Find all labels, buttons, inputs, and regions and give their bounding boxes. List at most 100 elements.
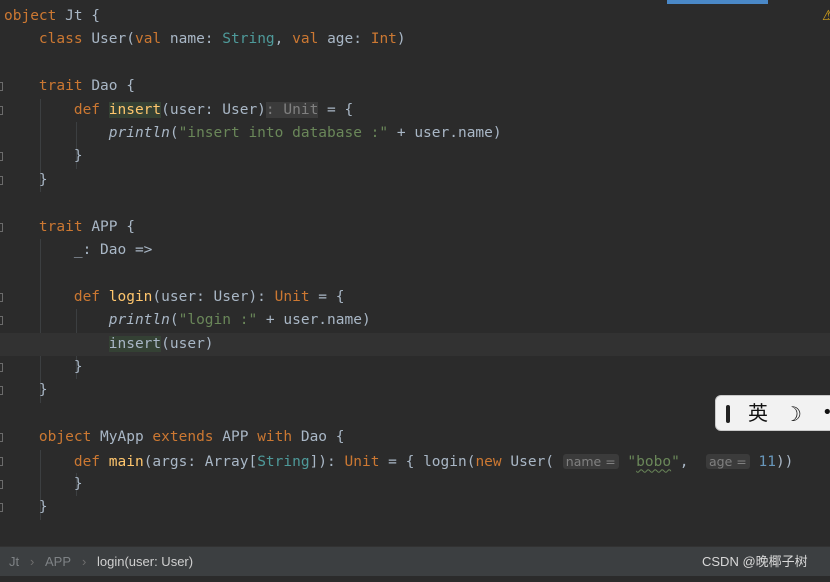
code-token: , bbox=[679, 453, 706, 470]
code-token: object bbox=[4, 8, 66, 24]
code-text: trait APP { bbox=[4, 216, 135, 239]
code-line[interactable]: insert(user) bbox=[0, 332, 830, 356]
code-token: extends bbox=[152, 429, 223, 446]
code-token: User( bbox=[510, 453, 563, 470]
ime-language-toggle[interactable]: 英 bbox=[748, 401, 768, 425]
fold-marker-icon[interactable] bbox=[0, 292, 3, 302]
code-text: trait Dao { bbox=[4, 75, 135, 98]
code-line[interactable] bbox=[0, 52, 830, 75]
code-token: = { bbox=[318, 101, 354, 118]
code-token: )) bbox=[775, 453, 794, 470]
ime-punctuation-icon[interactable]: • bbox=[822, 402, 830, 424]
code-text: println("login :" + user.name) bbox=[4, 309, 371, 332]
fold-marker-icon[interactable] bbox=[0, 175, 3, 185]
code-token: 11 bbox=[758, 453, 776, 470]
code-token: "insert into database :" bbox=[178, 125, 389, 141]
code-token: } bbox=[4, 499, 48, 516]
code-line[interactable]: } bbox=[0, 145, 830, 168]
code-line[interactable]: def main(args: Array[String]): Unit = { … bbox=[0, 450, 830, 473]
code-line[interactable]: println("insert into database :" + user.… bbox=[0, 122, 830, 145]
code-line[interactable]: def insert(user: User): Unit = { bbox=[0, 99, 830, 122]
csdn-watermark: CSDN @晚椰子树 bbox=[702, 554, 808, 569]
fold-marker-icon[interactable] bbox=[0, 222, 3, 232]
code-token: age: bbox=[327, 31, 371, 48]
code-token: println bbox=[108, 125, 170, 141]
code-text: object MyApp extends APP with Dao { bbox=[4, 426, 345, 449]
code-token: User( bbox=[91, 31, 135, 48]
code-text: } bbox=[4, 169, 48, 192]
breadcrumb-item-jt[interactable]: Jt bbox=[9, 554, 19, 570]
code-line[interactable]: } bbox=[0, 496, 830, 519]
code-token: (user: User): bbox=[152, 288, 275, 305]
code-token: " bbox=[671, 453, 680, 470]
breadcrumb-item-login[interactable]: login(user: User) bbox=[97, 554, 193, 570]
code-line[interactable]: } bbox=[0, 169, 830, 192]
code-token: val bbox=[292, 31, 328, 48]
fold-marker-icon[interactable] bbox=[0, 503, 3, 513]
parameter-hint: name = bbox=[562, 453, 619, 469]
code-text: } bbox=[4, 356, 83, 379]
code-text: def main(args: Array[String]): Unit = { … bbox=[4, 450, 793, 474]
code-token: (user: User) bbox=[161, 101, 266, 118]
fold-marker-icon[interactable] bbox=[0, 386, 3, 396]
code-line[interactable]: } bbox=[0, 356, 830, 379]
ime-toolbar[interactable]: 英 ☽ • bbox=[715, 395, 830, 431]
code-line[interactable]: } bbox=[0, 379, 830, 402]
code-token: def bbox=[73, 101, 109, 118]
breadcrumb-bar: Jt › APP › login(user: User) CSDN @晚椰子树 bbox=[0, 546, 830, 576]
code-line[interactable] bbox=[0, 403, 830, 426]
fold-marker-icon[interactable] bbox=[0, 316, 3, 326]
fold-marker-icon[interactable] bbox=[0, 105, 3, 115]
breadcrumb-item-app[interactable]: APP bbox=[45, 554, 71, 570]
code-token: = { bbox=[309, 288, 345, 305]
code-line[interactable] bbox=[0, 192, 830, 215]
code-token: Dao { bbox=[91, 78, 135, 95]
code-editor[interactable]: object Jt { class User(val name: String,… bbox=[0, 4, 830, 546]
code-token: Dao { bbox=[300, 429, 345, 446]
code-line[interactable]: class User(val name: String, val age: In… bbox=[0, 28, 830, 51]
fold-marker-icon[interactable] bbox=[0, 456, 3, 466]
code-text: } bbox=[4, 473, 83, 496]
ime-moon-icon[interactable]: ☽ bbox=[784, 402, 802, 426]
code-line[interactable]: object MyApp extends APP with Dao { bbox=[0, 426, 830, 449]
fold-marker-icon[interactable] bbox=[0, 480, 3, 489]
code-text: } bbox=[4, 496, 48, 519]
fold-marker-icon[interactable] bbox=[0, 433, 3, 443]
code-token: main bbox=[108, 453, 144, 470]
code-token: name: bbox=[169, 31, 223, 48]
code-line[interactable]: _: Dao => bbox=[0, 239, 830, 262]
fold-marker-icon[interactable] bbox=[0, 82, 3, 92]
code-token: ]): bbox=[309, 453, 345, 470]
fold-marker-icon[interactable] bbox=[0, 363, 3, 372]
code-line[interactable]: trait APP { bbox=[0, 216, 830, 239]
code-line[interactable] bbox=[0, 262, 830, 285]
code-line[interactable]: trait Dao { bbox=[0, 75, 830, 98]
code-token: ( bbox=[169, 312, 179, 329]
ime-drag-handle[interactable] bbox=[726, 405, 730, 423]
fold-marker-icon[interactable] bbox=[0, 152, 3, 162]
code-token: def bbox=[73, 288, 109, 305]
type-hint: : Unit bbox=[265, 101, 319, 118]
code-text: _: Dao => bbox=[4, 239, 153, 262]
code-token: MyApp bbox=[100, 429, 153, 446]
code-token: = { login( bbox=[379, 453, 476, 470]
code-token: " bbox=[627, 453, 637, 470]
code-token: Unit bbox=[344, 453, 380, 470]
code-token: Int bbox=[370, 31, 397, 48]
code-line[interactable]: } bbox=[0, 473, 830, 496]
code-token: println bbox=[108, 312, 170, 329]
code-token: trait bbox=[38, 78, 92, 95]
code-token: } bbox=[4, 382, 48, 399]
code-text: } bbox=[4, 379, 48, 402]
code-token: ) bbox=[396, 31, 406, 48]
code-line[interactable]: println("login :" + user.name) bbox=[0, 309, 830, 332]
code-line[interactable]: object Jt { bbox=[0, 5, 830, 28]
chevron-right-icon: › bbox=[30, 554, 35, 569]
code-token: val bbox=[134, 31, 170, 48]
code-line[interactable]: def login(user: User): Unit = { bbox=[0, 286, 830, 309]
code-token: } bbox=[4, 359, 83, 375]
